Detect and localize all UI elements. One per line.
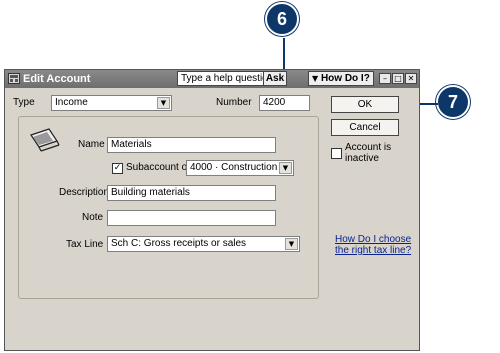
account-ledger-icon (30, 128, 60, 152)
subaccount-label: Subaccount of (126, 162, 190, 173)
note-field[interactable] (107, 210, 276, 226)
close-icon[interactable]: ✕ (405, 73, 417, 84)
how-do-i-button[interactable]: ▼ How Do I? (308, 71, 374, 86)
tax-line-help-link-line2[interactable]: the right tax line? (335, 245, 411, 256)
edit-account-window: Edit Account Type a help question Ask ▼ … (4, 69, 420, 351)
account-inactive-label-line1: Account is (345, 142, 392, 153)
dropdown-arrow-icon: ▼ (312, 74, 319, 83)
how-do-i-label: How Do I? (320, 73, 370, 84)
help-question-input[interactable]: Type a help question (177, 71, 265, 86)
name-label: Name (78, 139, 105, 150)
chevron-down-icon: ▼ (157, 97, 170, 109)
subaccount-checkbox[interactable]: ✓ (112, 163, 123, 174)
step-callout-6: 6 (265, 2, 299, 36)
description-field[interactable]: Building materials (107, 185, 276, 201)
subaccount-value: 4000 · Construction (190, 162, 278, 173)
account-inactive-label-line2: inactive (345, 153, 379, 164)
subaccount-select[interactable]: 4000 · Construction ▼ (186, 160, 294, 176)
chevron-down-icon: ▼ (279, 162, 292, 174)
note-label: Note (82, 212, 104, 223)
type-value: Income (55, 97, 88, 108)
type-label: Type (13, 97, 35, 108)
account-inactive-checkbox[interactable] (331, 148, 342, 159)
maximize-icon[interactable]: □ (392, 73, 404, 84)
number-field[interactable]: 4200 (259, 95, 310, 111)
name-field[interactable]: Materials (107, 137, 276, 153)
cancel-button[interactable]: Cancel (331, 119, 399, 136)
tax-line-label: Tax Line (66, 239, 104, 250)
ok-button[interactable]: OK (331, 96, 399, 113)
title-bar[interactable]: Edit Account Type a help question Ask ▼ … (5, 70, 419, 88)
tax-line-value: Sch C: Gross receipts or sales (111, 238, 247, 249)
tax-line-help-link-line1[interactable]: How Do I choose (335, 234, 411, 245)
tax-line-select[interactable]: Sch C: Gross receipts or sales ▼ (107, 236, 300, 252)
ask-button[interactable]: Ask (263, 71, 287, 86)
type-select[interactable]: Income ▼ (51, 95, 172, 111)
step-callout-7: 7 (436, 85, 470, 119)
minimize-icon[interactable]: – (379, 73, 391, 84)
description-label: Description (59, 187, 110, 198)
chevron-down-icon: ▼ (285, 238, 298, 250)
account-icon (8, 73, 20, 84)
window-title: Edit Account (23, 73, 91, 85)
number-label: Number (216, 97, 252, 108)
